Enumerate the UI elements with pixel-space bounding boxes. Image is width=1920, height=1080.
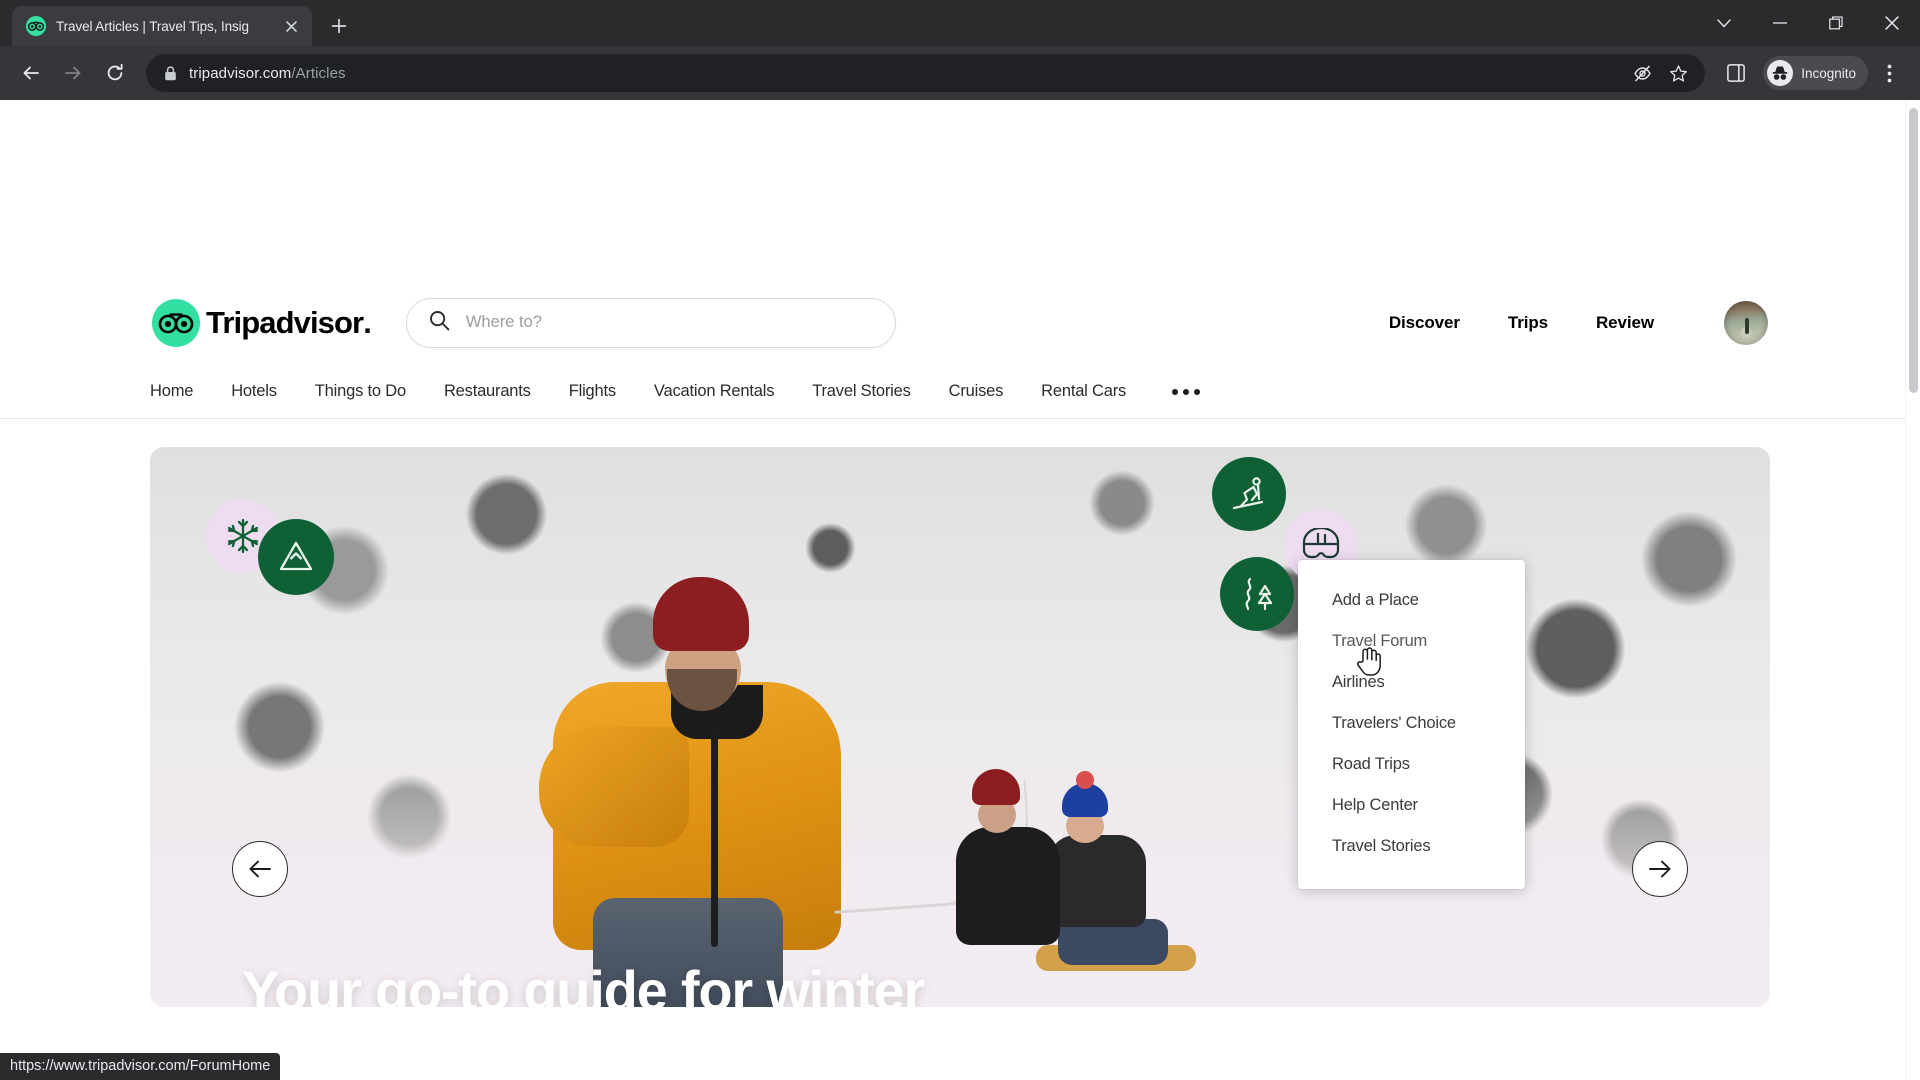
search-icon [429,310,450,336]
hero-image: Your go-to guide for winter [150,447,1770,1007]
omnibox-actions [1627,58,1697,88]
eye-slash-icon[interactable] [1627,58,1657,88]
tripadvisor-owl-icon [26,16,46,36]
menu-item-add-a-place[interactable]: Add a Place [1298,580,1525,621]
category-nav-home[interactable]: Home [150,382,193,401]
side-panel-icon[interactable] [1717,54,1755,92]
lock-icon [164,65,177,81]
menu-item-travel-forum[interactable]: Travel Forum [1298,621,1525,662]
three-dots-vertical-icon[interactable] [1870,54,1908,92]
incognito-profile-button[interactable]: Incognito [1763,56,1868,90]
tripadvisor-logo[interactable]: Tripadvisor . [152,298,372,347]
close-icon[interactable] [280,15,302,37]
address-bar-url: tripadvisor.com/Articles [189,65,346,82]
more-dropdown-menu: Add a Place Travel Forum Airlines Travel… [1298,560,1525,889]
header-nav-review[interactable]: Review [1596,313,1654,333]
close-icon[interactable] [1864,0,1920,46]
mountain-icon [258,519,334,595]
minimize-icon[interactable] [1752,0,1808,46]
page-viewport: Tripadvisor . Where to? Discover Trips R… [0,100,1920,1080]
category-nav-flights[interactable]: Flights [569,382,616,401]
header-nav-discover[interactable]: Discover [1389,313,1460,333]
category-nav-rental-cars[interactable]: Rental Cars [1041,382,1126,401]
category-nav-cruises[interactable]: Cruises [949,382,1004,401]
scrollbar-thumb[interactable] [1909,108,1918,393]
category-nav-hotels[interactable]: Hotels [231,382,277,401]
browser-window: Travel Articles | Travel Tips, Insig tri… [0,0,1920,1080]
tab-strip: Travel Articles | Travel Tips, Insig [0,0,1920,46]
hero-title: Your go-to guide for winter [242,959,925,1007]
chevron-down-icon[interactable] [1696,0,1752,46]
status-bar-url: https://www.tripadvisor.com/ForumHome [0,1053,281,1080]
category-nav-travel-stories[interactable]: Travel Stories [812,382,911,401]
incognito-label: Incognito [1801,65,1856,81]
forward-arrow-icon[interactable] [54,54,92,92]
url-path: /Articles [291,64,346,82]
tripadvisor-owl-icon [152,298,200,347]
hero-carousel: Your go-to guide for winter [0,419,1920,1007]
restore-icon[interactable] [1808,0,1864,46]
page-scrollbar[interactable] [1905,100,1920,1080]
url-domain: tripadvisor.com [189,64,292,82]
header-nav: Discover Trips Review [1341,300,1768,345]
arrow-left-icon[interactable] [232,841,288,897]
trademark-dot: . [363,304,372,340]
toolbar-right-actions: Incognito [1717,54,1908,92]
header-nav-trips[interactable]: Trips [1508,313,1548,333]
avatar[interactable] [1724,300,1768,345]
category-nav-restaurants[interactable]: Restaurants [444,382,531,401]
hero-figure-man [535,577,855,1007]
skier-icon [1212,457,1286,531]
tab-title: Travel Articles | Travel Tips, Insig [56,18,249,34]
search-placeholder: Where to? [465,313,542,331]
address-bar[interactable]: tripadvisor.com/Articles [146,54,1706,92]
menu-item-road-trips[interactable]: Road Trips [1298,744,1525,785]
menu-item-travelers-choice[interactable]: Travelers' Choice [1298,703,1525,744]
menu-item-help-center[interactable]: Help Center [1298,785,1525,826]
snowy-trail-icon [1220,557,1294,631]
site-header: Tripadvisor . Where to? Discover Trips R… [0,100,1920,365]
incognito-icon [1767,60,1794,86]
back-arrow-icon[interactable] [12,54,50,92]
window-controls [1696,0,1920,46]
category-nav-vacation-rentals[interactable]: Vacation Rentals [654,382,775,401]
category-nav: Home Hotels Things to Do Restaurants Fli… [0,365,1920,419]
browser-toolbar: tripadvisor.com/Articles Incognito [0,46,1920,100]
tripadvisor-wordmark: Tripadvisor [206,304,364,340]
search-input[interactable]: Where to? [405,297,896,348]
browser-tab[interactable]: Travel Articles | Travel Tips, Insig [12,6,312,46]
reload-icon[interactable] [96,54,134,92]
menu-item-travel-stories[interactable]: Travel Stories [1298,826,1525,867]
star-icon[interactable] [1663,58,1693,88]
plus-icon[interactable] [322,9,356,43]
category-nav-things-to-do[interactable]: Things to Do [315,382,406,401]
three-dots-horizontal-icon[interactable] [1166,383,1206,401]
menu-item-airlines[interactable]: Airlines [1298,662,1525,703]
hero-figure-sledders [950,769,1230,971]
arrow-right-icon[interactable] [1632,841,1688,897]
